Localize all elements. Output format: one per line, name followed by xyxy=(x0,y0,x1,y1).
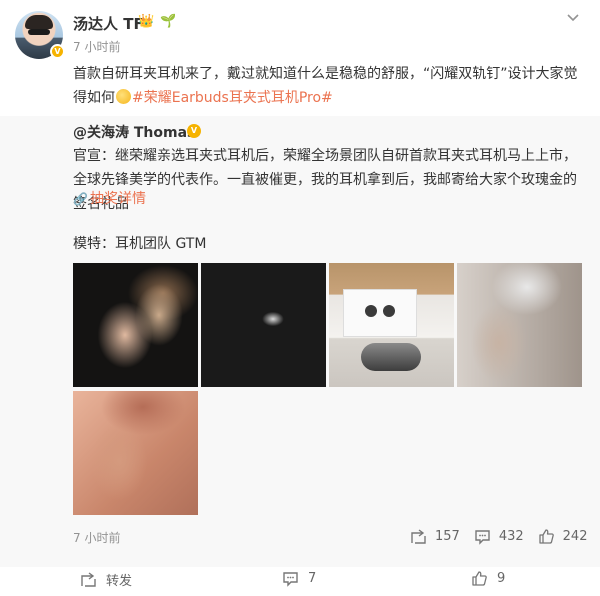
weibo-post: V 汤达人 TF 👑 🌱 7 小时前 首款自研耳夹耳机来了，戴过就知道什么是稳稳… xyxy=(0,0,600,596)
photo-thumbnail-5[interactable] xyxy=(73,391,198,515)
repost-comment-count: 432 xyxy=(498,528,524,544)
like-count: 9 xyxy=(497,571,506,586)
link-icon: 🔗 xyxy=(73,192,88,206)
photo-thumbnail-4[interactable] xyxy=(457,263,582,387)
forward-button[interactable]: 转发 xyxy=(80,570,132,589)
earbud-right xyxy=(383,305,395,317)
action-bar: 转发 7 9 xyxy=(0,567,600,596)
comment-icon xyxy=(475,529,490,545)
model-credit: 模特：耳机团队 GTM xyxy=(73,236,207,252)
like-icon xyxy=(539,528,554,544)
like-button[interactable]: 9 xyxy=(471,570,505,587)
post-text: 首款自研耳夹耳机来了，戴过就知道什么是稳稳的舒服，“闪耀双轨钉”设计大家觉得如何… xyxy=(73,62,587,110)
forward-icon xyxy=(411,528,426,544)
repost-timestamp[interactable]: 7 小时前 xyxy=(73,529,120,546)
repost-comment-stat[interactable]: 432 xyxy=(474,528,524,545)
comment-icon xyxy=(283,572,298,587)
avatar-hair xyxy=(25,15,53,29)
sprout-icon: 🌱 xyxy=(160,14,177,29)
earbud-left xyxy=(365,305,377,317)
lottery-label: 抽奖详情 xyxy=(89,191,146,207)
product-box xyxy=(343,289,417,337)
repost-like-stat[interactable]: 242 xyxy=(538,528,588,545)
comment-button[interactable]: 7 xyxy=(282,570,316,587)
like-icon xyxy=(472,571,487,586)
charging-case xyxy=(361,343,421,371)
photo-thumbnail-2[interactable] xyxy=(201,263,326,387)
comment-count: 7 xyxy=(308,571,317,586)
forward-icon xyxy=(81,572,96,587)
repost-stats: 157 432 242 xyxy=(410,525,587,547)
repost-forward-stat[interactable]: 157 xyxy=(410,528,460,545)
forward-label: 转发 xyxy=(106,574,133,589)
verified-badge-icon: V xyxy=(50,44,65,59)
repost-verified-badge-icon: V xyxy=(187,124,201,138)
crown-icon: 👑 xyxy=(138,14,155,29)
repost-text: 官宣：继荣耀亲选耳夹式耳机后，荣耀全场景团队自研首款耳夹式耳机马上上市，全球先锋… xyxy=(73,148,577,212)
topic-link[interactable]: #荣耀Earbuds耳夹式耳机Pro# xyxy=(132,90,333,106)
repost-author[interactable]: @关海涛 Thomas xyxy=(73,122,195,142)
repost-forward-count: 157 xyxy=(435,528,460,544)
post-timestamp[interactable]: 7 小时前 xyxy=(73,38,120,55)
photo-thumbnail-1[interactable] xyxy=(73,263,198,387)
thinking-emoji-icon xyxy=(116,89,131,104)
avatar-glasses xyxy=(28,29,50,35)
repost-card[interactable]: @关海涛 Thomas V 官宣：继荣耀亲选耳夹式耳机后，荣耀全场景团队自研首款… xyxy=(0,116,600,567)
lottery-details-link[interactable]: 🔗 抽奖详情 xyxy=(73,188,146,208)
photo-thumbnail-3[interactable] xyxy=(329,263,454,387)
username[interactable]: 汤达人 TF xyxy=(73,13,144,34)
repost-like-count: 242 xyxy=(562,528,588,544)
chevron-down-icon[interactable] xyxy=(563,10,583,26)
